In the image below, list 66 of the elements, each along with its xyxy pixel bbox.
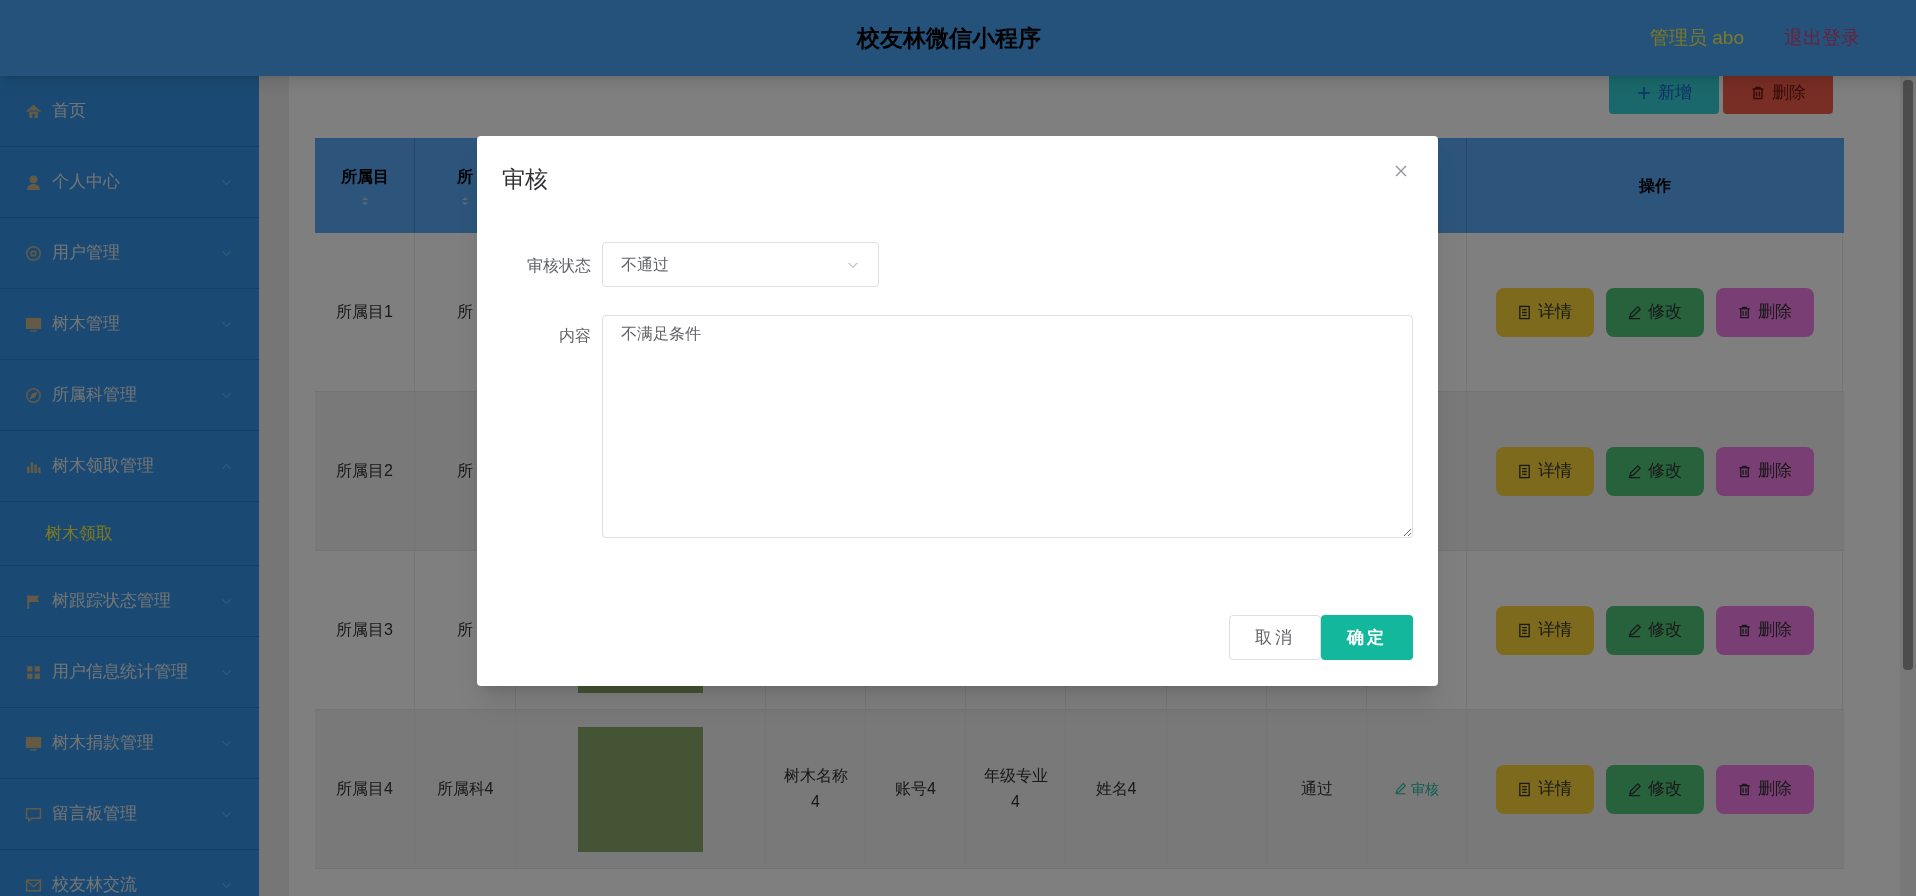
monitor-icon [25,315,42,333]
content-textarea[interactable]: 不满足条件 [602,315,1413,538]
header-label: 所 [457,166,473,187]
details-button[interactable]: 详情 [1495,287,1594,337]
delete-button[interactable]: 删除 [1715,764,1814,814]
chat-icon [25,805,42,823]
table-cell-text: 所属目1 [336,302,393,323]
edit-button[interactable]: 修改 [1605,764,1704,814]
table-cell-text: 所 [457,461,473,482]
grid-icon [25,663,42,681]
details-button[interactable]: 详情 [1495,605,1594,655]
table-cell-text: 树木名称4 [782,766,849,812]
circle-icon [25,244,42,262]
admin-label: 管理员 abo [1650,25,1744,50]
trash-icon [1737,781,1752,797]
edit-button[interactable]: 修改 [1605,446,1704,496]
app-title: 校友林微信小程序 [857,23,1041,53]
close-icon [1393,163,1409,179]
header-label: 所属目 [340,166,389,187]
document-icon [1517,781,1532,797]
delete-button[interactable]: 删除 [1715,287,1814,337]
home-icon [25,102,42,120]
delete-button[interactable]: 删除 [1715,605,1814,655]
table-cell-text: 账号4 [895,779,936,800]
status-select[interactable]: 不通过 [602,242,879,287]
table-cell-text: 所 [457,620,473,641]
table-cell-text: 所属目2 [336,461,393,482]
document-icon [1517,304,1532,320]
monitor-icon [25,734,42,752]
pencil-icon [1627,304,1642,320]
trash-icon [1737,304,1752,320]
trash-icon [1750,84,1766,101]
user-icon [25,173,42,191]
table-cell-text: 所属目3 [336,620,393,641]
table-cell-text: 所属科4 [436,779,494,800]
pencil-icon [1627,622,1642,638]
logout-link[interactable]: 退出登录 [1784,23,1860,53]
pencil-icon [1627,781,1642,797]
trash-icon [1737,463,1752,479]
add-button[interactable]: 新增 [1609,76,1719,114]
document-icon [1517,463,1532,479]
details-button[interactable]: 详情 [1495,764,1594,814]
details-button[interactable]: 详情 [1495,446,1594,496]
trash-icon [1737,622,1752,638]
document-icon [1517,622,1532,638]
table-cell-text: 姓名4 [1095,779,1137,800]
table-cell-text: 所 [457,302,473,323]
pencil-icon [1627,463,1642,479]
table-cell-text: 所属目4 [336,779,393,800]
field-label: 内容 [558,326,591,346]
table-cell-text: 年级专业4 [982,766,1049,812]
compass-icon [25,386,42,404]
review-link[interactable]: 审核 [1394,777,1439,801]
column-header: 操作 [1637,175,1672,196]
delete-button[interactable]: 删除 [1723,76,1833,114]
table-cell-text: 通过 [1300,779,1333,800]
edit-button[interactable]: 修改 [1605,605,1704,655]
field-label: 审核状态 [526,256,591,276]
cancel-button[interactable]: 取消 [1229,615,1321,660]
pencil-icon [1394,782,1407,796]
mail-icon [25,876,42,894]
plus-icon [1636,84,1652,101]
delete-button[interactable]: 删除 [1715,446,1814,496]
flag-icon [25,592,42,610]
edit-button[interactable]: 修改 [1605,287,1704,337]
confirm-button[interactable]: 确定 [1321,615,1413,660]
